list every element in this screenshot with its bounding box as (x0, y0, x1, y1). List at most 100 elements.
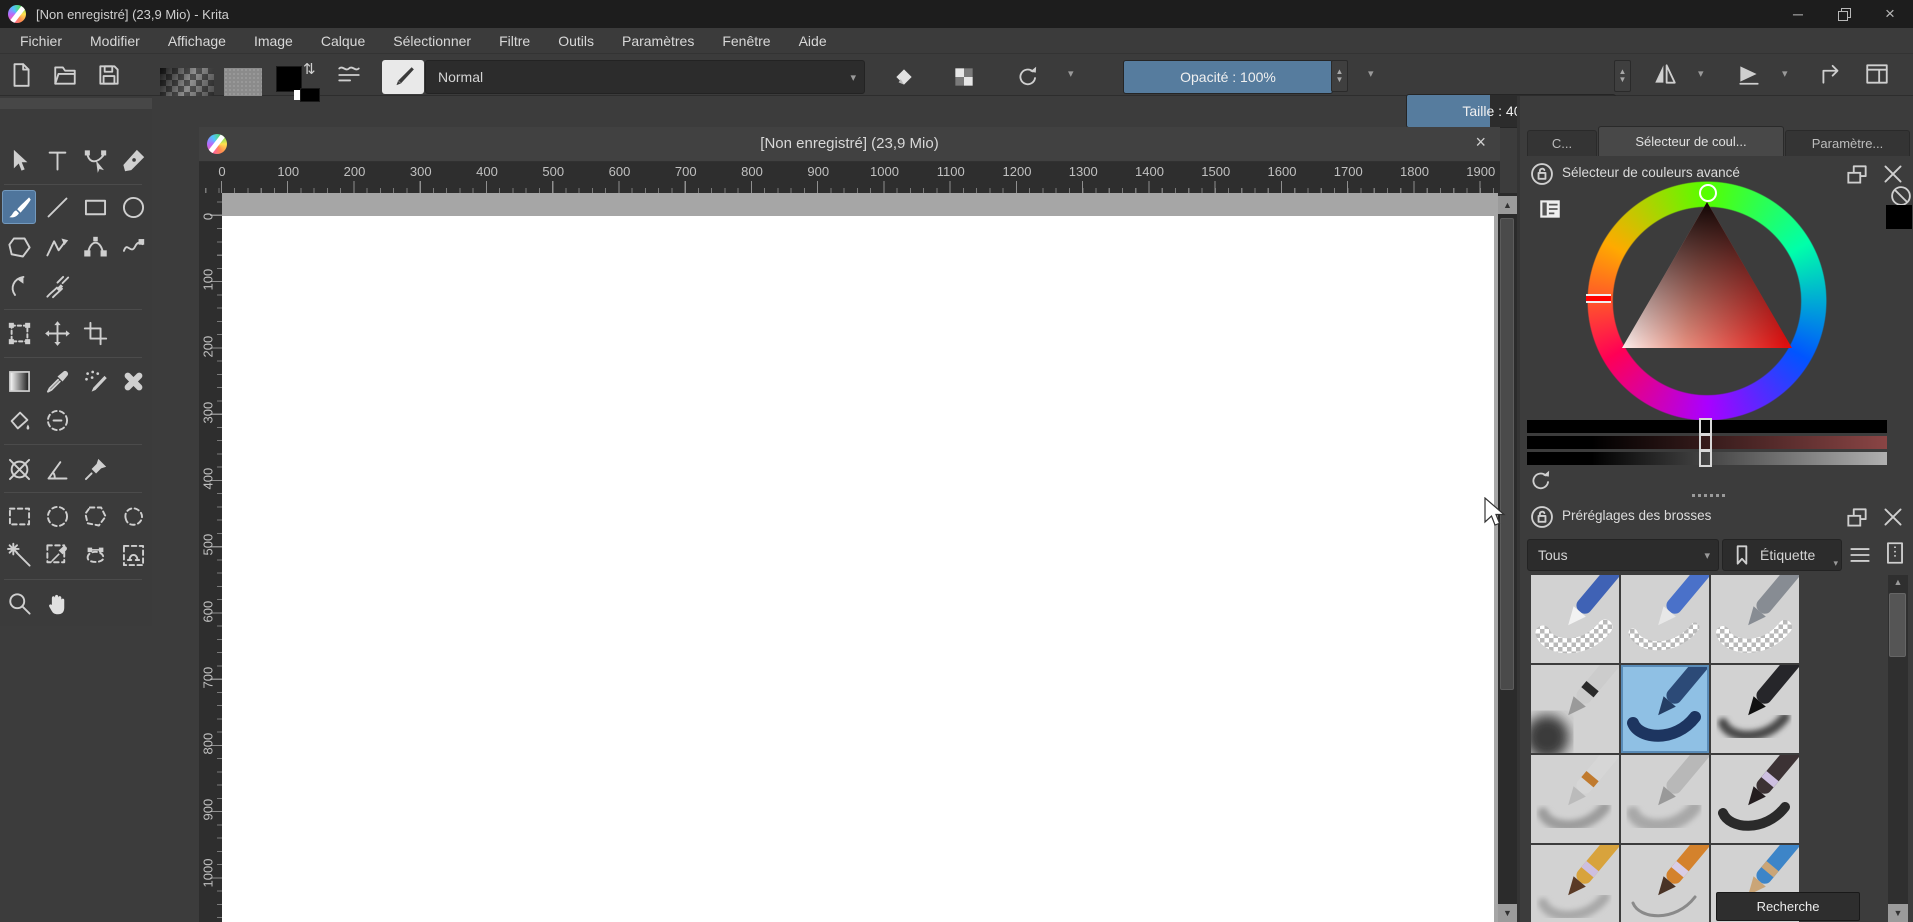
brush-preset-brush-ochre[interactable] (1531, 845, 1619, 922)
scroll-down-icon[interactable]: ▼ (1888, 904, 1908, 922)
size-spinner[interactable]: ▲ ▼ (1614, 60, 1631, 92)
tool-calligraphy[interactable] (116, 143, 150, 177)
tool-color-sampler[interactable] (40, 364, 74, 398)
preset-filter-dropdown[interactable]: Tous ▾ (1527, 539, 1719, 571)
tool-fill[interactable] (2, 403, 36, 437)
lock-icon[interactable] (1529, 161, 1555, 187)
tool-freehand-select[interactable] (116, 499, 150, 533)
opacity-slider[interactable]: Opacité : 100% (1123, 60, 1333, 94)
tool-transform[interactable] (2, 316, 36, 350)
hue-ring-top-marker[interactable] (1699, 184, 1717, 202)
preserve-alpha-button[interactable] (944, 61, 984, 93)
tool-freehand-brush[interactable] (2, 190, 36, 224)
mirror-horizontal-button[interactable] (1652, 61, 1678, 87)
docker-splitter-handle[interactable] (1692, 494, 1725, 497)
tool-elliptical-select[interactable] (40, 499, 74, 533)
docker-tab-1[interactable]: C... (1527, 130, 1597, 156)
tool-text[interactable] (40, 143, 74, 177)
tool-gradient[interactable] (2, 364, 36, 398)
eraser-mode-button[interactable] (884, 61, 924, 93)
swap-colors-arrows-icon[interactable]: ⇅ (303, 60, 316, 78)
mirror-vertical-button[interactable] (1736, 61, 1762, 87)
display-settings-icon[interactable] (1882, 540, 1908, 566)
tool-dynamic-brush[interactable] (2, 269, 36, 303)
tool-colorize-mask[interactable] (78, 364, 112, 398)
opacity-spinner[interactable]: ▲ ▼ (1331, 60, 1348, 92)
menu-item-slectionner[interactable]: Sélectionner (379, 28, 485, 54)
tool-assistants[interactable] (2, 452, 36, 486)
tool-multibrush[interactable] (40, 269, 74, 303)
brush-preset-basic-pen-selected[interactable] (1621, 665, 1709, 753)
pattern-swatch[interactable] (224, 68, 262, 96)
tool-smart-patch[interactable] (116, 364, 150, 398)
color-slider-1[interactable] (1527, 418, 1887, 435)
tool-enclose-fill[interactable] (40, 403, 74, 437)
tool-reference-images[interactable] (78, 452, 112, 486)
menu-item-outils[interactable]: Outils (544, 28, 608, 54)
menu-item-paramtres[interactable]: Paramètres (608, 28, 708, 54)
tool-ellipse[interactable] (116, 190, 150, 224)
tool-contiguous-select[interactable] (2, 538, 36, 572)
hamburger-menu-icon[interactable] (1847, 542, 1873, 568)
menu-item-fichier[interactable]: Fichier (6, 28, 76, 54)
tool-bezier-select[interactable] (78, 538, 112, 572)
chevron-down-icon[interactable]: ▾ (1698, 67, 1704, 80)
brush-preset-eraser-soft-pen[interactable] (1621, 575, 1709, 663)
tool-line[interactable] (40, 190, 74, 224)
slider-marker[interactable] (1699, 450, 1712, 467)
close-icon[interactable] (1880, 504, 1906, 530)
menu-item-calque[interactable]: Calque (307, 28, 379, 54)
tool-measure[interactable] (40, 452, 74, 486)
preset-scrollbar[interactable]: ▲ ▼ (1888, 575, 1908, 922)
canvas-vertical-scrollbar[interactable]: ▲ ▼ (1498, 193, 1517, 922)
workspace-chooser-button[interactable] (1864, 61, 1890, 87)
tool-select-shapes[interactable] (2, 143, 36, 177)
menu-item-aide[interactable]: Aide (785, 28, 841, 54)
document-close-icon[interactable]: × (1475, 132, 1486, 153)
tool-rectangle[interactable] (78, 190, 112, 224)
slider-marker[interactable] (1699, 418, 1712, 435)
reload-preset-button[interactable] (1008, 61, 1048, 93)
refresh-color-icon[interactable] (1528, 468, 1554, 494)
tool-bezier-curve[interactable] (78, 230, 112, 264)
chevron-down-icon[interactable]: ▾ (1068, 67, 1074, 80)
scroll-down-icon[interactable]: ▼ (1498, 904, 1517, 922)
background-color[interactable] (300, 88, 320, 102)
brush-preset-pen-gray-fuzzy[interactable] (1621, 755, 1709, 843)
scroll-up-icon[interactable]: ▲ (1888, 577, 1908, 587)
tool-freehand-path[interactable] (116, 230, 150, 264)
brush-preset-detail-brush-orange[interactable] (1621, 845, 1709, 922)
tool-zoom[interactable] (2, 586, 36, 620)
toolbox-header-handle[interactable] (0, 98, 152, 109)
docker-tab-3[interactable]: Paramètre... (1785, 130, 1910, 156)
brush-preset-pen-silver[interactable] (1531, 755, 1619, 843)
tool-rectangular-select[interactable] (2, 499, 36, 533)
tool-polyline[interactable] (40, 230, 74, 264)
brush-composition-button[interactable] (336, 62, 362, 88)
slider-marker[interactable] (1699, 434, 1712, 451)
document-tab-title[interactable]: [Non enregistré] (23,9 Mio) (199, 135, 1500, 152)
gradient-swatch[interactable] (160, 68, 214, 96)
restore-button[interactable] (1821, 0, 1867, 28)
float-icon[interactable] (1844, 505, 1870, 531)
brush-preset-eraser-smudge[interactable] (1711, 575, 1799, 663)
foreground-color[interactable] (276, 66, 302, 92)
menu-item-modifier[interactable]: Modifier (76, 28, 154, 54)
close-button[interactable]: × (1867, 0, 1913, 28)
color-slider-3[interactable] (1527, 450, 1887, 467)
docker-tab-2[interactable]: Sélecteur de coul... (1598, 126, 1784, 156)
tool-pan[interactable] (40, 586, 74, 620)
chevron-down-icon[interactable]: ▾ (1782, 67, 1788, 80)
tool-crop[interactable] (78, 316, 112, 350)
menu-item-affichage[interactable]: Affichage (154, 28, 240, 54)
hue-ring-marker[interactable] (1586, 294, 1611, 303)
scrollbar-thumb[interactable] (1889, 593, 1906, 657)
tag-button[interactable]: Étiquette ▾ (1722, 539, 1842, 571)
blending-mode-dropdown[interactable]: Normal ▾ (425, 60, 865, 94)
brush-preset-airbrush-soft[interactable] (1531, 665, 1619, 753)
scrollbar-thumb[interactable] (1500, 218, 1514, 690)
color-history-list-icon[interactable] (1537, 196, 1563, 222)
tool-polygon[interactable] (2, 230, 36, 264)
current-color-swatch[interactable] (1886, 205, 1912, 229)
chevron-down-icon[interactable]: ▾ (1368, 67, 1374, 80)
